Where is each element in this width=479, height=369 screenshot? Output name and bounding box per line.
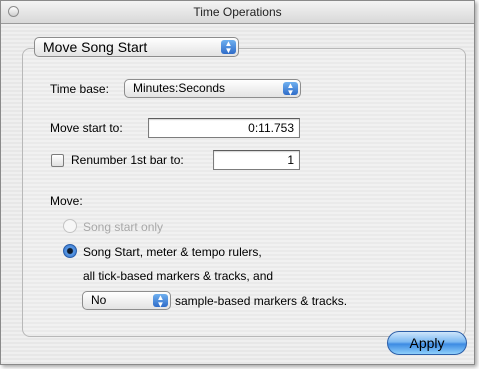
window-title: Time Operations [193,5,282,19]
close-window-icon[interactable] [8,6,19,17]
song-start-only-radio[interactable] [63,219,77,233]
title-bar[interactable]: Time Operations [1,1,474,24]
operation-popup[interactable]: Move Song Start ▲ ▼ [34,37,239,57]
time-operations-window: Time Operations Move Song Start ▲ ▼ Time … [0,0,475,365]
song-start-only-label: Song start only [83,220,164,234]
song-start-meter-label-line2: all tick-based markers & tracks, and [83,269,274,283]
sample-based-popup[interactable]: No ▲ ▼ [82,291,171,310]
sample-based-label: sample-based markers & tracks. [175,294,348,308]
popup-arrows-icon: ▲ ▼ [221,40,236,55]
song-start-meter-label-line1: Song Start, meter & tempo rulers, [83,245,262,259]
apply-button[interactable]: Apply [387,331,467,355]
time-base-label: Time base: [50,82,109,96]
song-start-meter-radio[interactable] [63,244,77,258]
move-start-label: Move start to: [50,121,123,135]
time-base-popup[interactable]: Minutes:Seconds ▲ ▼ [124,79,301,98]
renumber-field[interactable]: 1 [213,150,300,170]
sample-based-popup-value: No [91,293,107,307]
popup-arrows-icon: ▲ ▼ [283,81,298,96]
popup-arrows-icon: ▲ ▼ [153,293,168,308]
operation-popup-value: Move Song Start [43,39,148,55]
dialog-content: Move Song Start ▲ ▼ Time base: Minutes:Se… [1,24,474,364]
move-start-field[interactable]: 0:11.753 [148,118,300,138]
renumber-label: Renumber 1st bar to: [71,153,184,167]
time-base-value: Minutes:Seconds [133,81,226,95]
renumber-checkbox[interactable] [51,154,64,167]
move-label: Move: [50,194,83,208]
